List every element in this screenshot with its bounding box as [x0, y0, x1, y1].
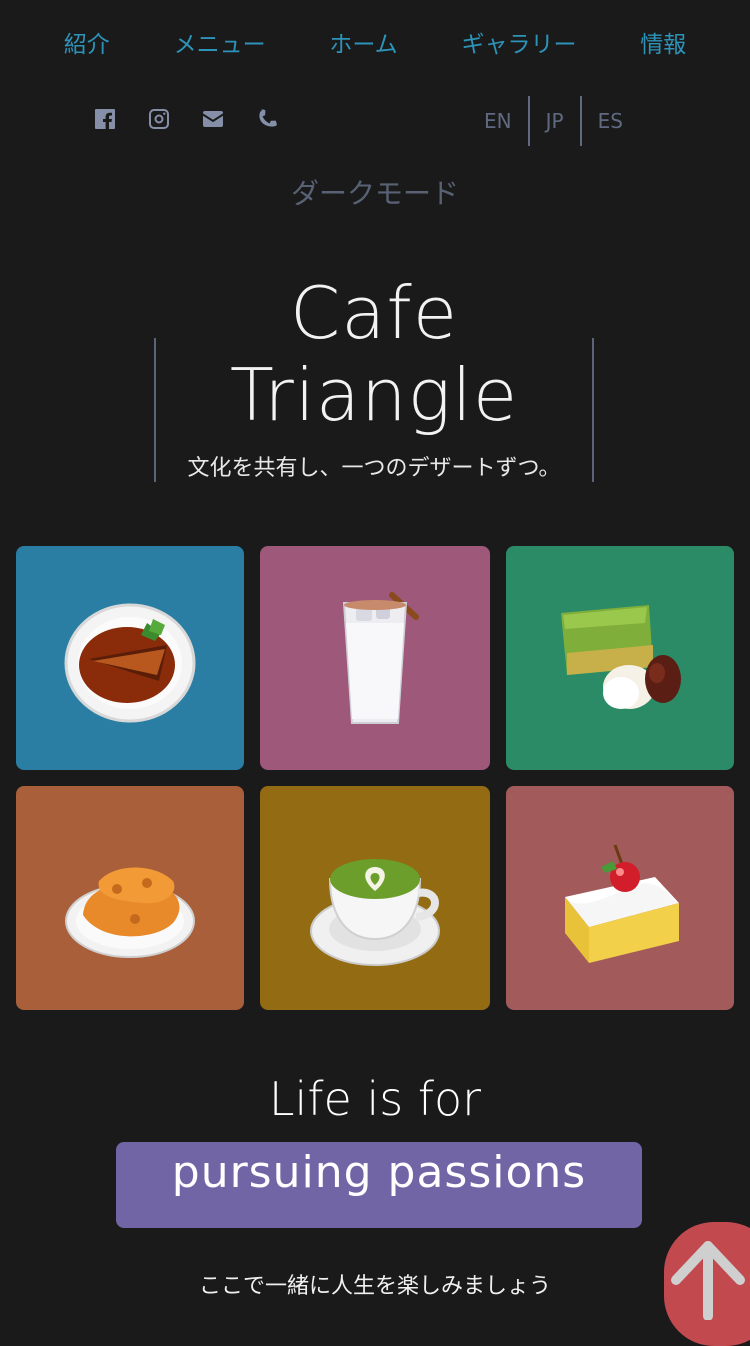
hero-title-line1: Cafe — [289, 271, 459, 355]
facebook-icon[interactable] — [90, 104, 120, 134]
hero-title-line2: Triangle — [229, 353, 519, 437]
matcha-latte-icon — [310, 859, 440, 966]
taiyaki-icon — [65, 867, 195, 958]
gallery-tile-matcha-cake[interactable] — [506, 546, 734, 770]
gallery-tile-caramel-cake[interactable] — [16, 546, 244, 770]
email-icon[interactable] — [198, 104, 228, 134]
back-to-top-button[interactable] — [664, 1222, 750, 1346]
nav-item-gallery[interactable]: ギャラリー — [461, 25, 576, 59]
hero: Cafe Triangle — [154, 272, 594, 436]
gallery-tile-iced-chai[interactable] — [260, 546, 490, 770]
iced-chai-icon — [342, 592, 419, 724]
social-links — [90, 104, 290, 134]
caramel-cake-icon — [64, 603, 196, 723]
dark-mode-toggle[interactable]: ダークモード — [0, 172, 750, 212]
nav-item-info[interactable]: 情報 — [640, 25, 686, 59]
lang-es[interactable]: ES — [579, 96, 639, 146]
top-nav: 紹介 メニュー ホーム ギャラリー 情報 — [0, 22, 750, 62]
life-subtext: ここで一緒に人生を楽しみましょう — [198, 1274, 551, 1299]
nav-item-intro[interactable]: 紹介 — [64, 25, 110, 59]
nav-item-menu[interactable]: メニュー — [174, 25, 266, 59]
passion-highlight: pursuing passions — [116, 1142, 642, 1228]
lang-jp[interactable]: JP — [527, 96, 580, 146]
dessert-gallery — [16, 546, 734, 1010]
lang-en[interactable]: EN — [468, 96, 528, 146]
instagram-icon[interactable] — [144, 104, 174, 134]
language-switcher: EN JP ES — [468, 96, 639, 146]
hero-tagline: 文化を共有し、一つのデザートずつ。 — [187, 456, 561, 481]
life-heading: Life is for — [268, 1072, 482, 1126]
gallery-tile-matcha-latte[interactable] — [260, 786, 490, 1010]
gallery-tile-cherry-cake[interactable] — [506, 786, 734, 1010]
matcha-cake-icon — [561, 605, 681, 709]
gallery-tile-taiyaki[interactable] — [16, 786, 244, 1010]
cherry-cake-icon — [565, 844, 679, 963]
arrow-up-icon — [671, 1241, 745, 1320]
phone-icon[interactable] — [252, 104, 282, 134]
nav-item-home[interactable]: ホーム — [329, 25, 397, 59]
